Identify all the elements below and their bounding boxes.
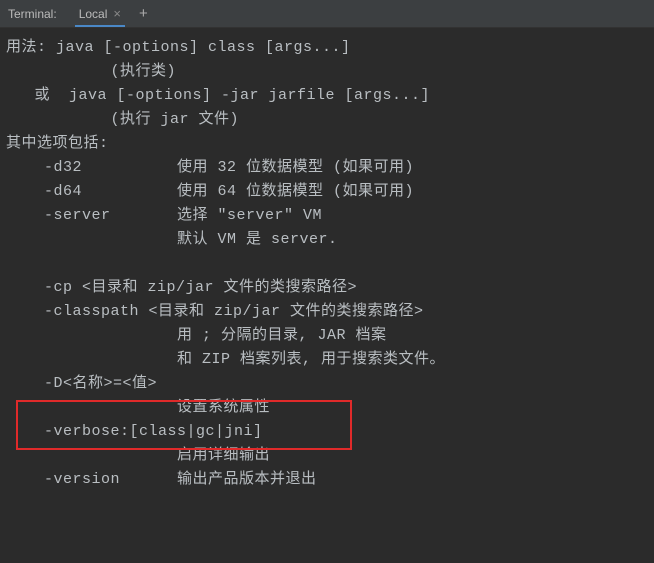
tab-label: Local bbox=[79, 7, 108, 21]
terminal-header: Terminal: Local × + bbox=[0, 0, 654, 28]
terminal-output[interactable]: 用法: java [-options] class [args...] (执行类… bbox=[0, 28, 654, 500]
panel-title: Terminal: bbox=[8, 7, 57, 21]
close-icon[interactable]: × bbox=[113, 6, 121, 21]
plus-icon[interactable]: + bbox=[139, 5, 148, 22]
tab-local[interactable]: Local × bbox=[75, 0, 125, 27]
terminal-text: 用法: java [-options] class [args...] (执行类… bbox=[6, 36, 648, 492]
